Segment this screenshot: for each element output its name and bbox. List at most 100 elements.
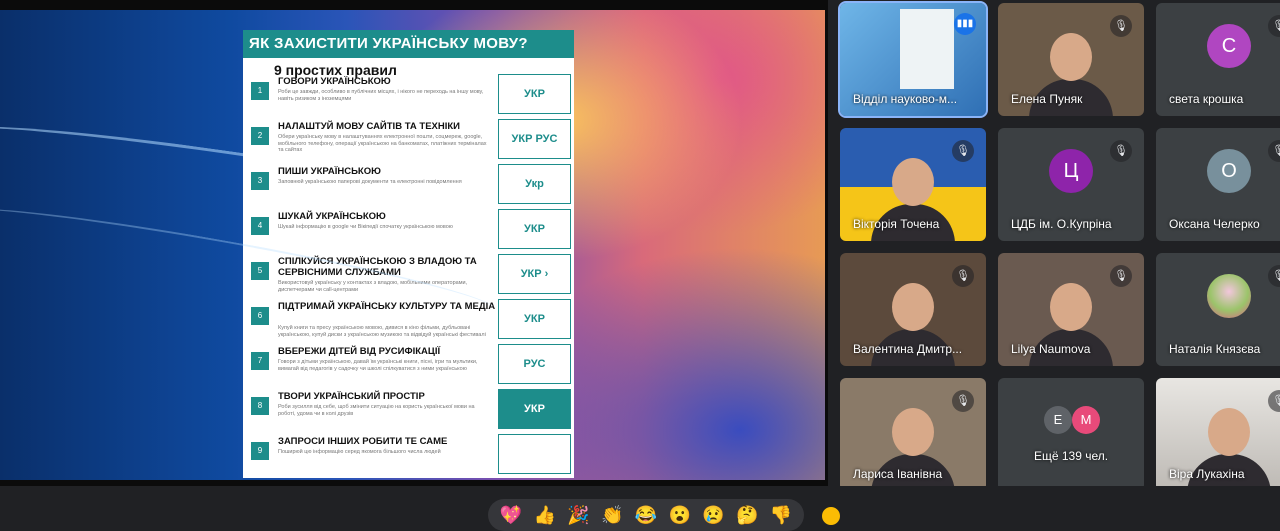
participant-avatar: Е [1044, 406, 1072, 434]
rule-title: ВБЕРЕЖИ ДІТЕЙ ВІД РУСИФІКАЦІЇ [278, 346, 441, 357]
participant-name: Відділ науково-м... [853, 92, 958, 106]
participant-face [892, 408, 934, 456]
rule-number: 4 [251, 217, 269, 235]
participant-name: Lilya Naumova [1011, 342, 1091, 356]
rule-title: СПІЛКУЙСЯ УКРАЇНСЬКОЮ З ВЛАДОЮ ТА СЕРВІС… [278, 256, 477, 278]
participant-name: Лариса Іванівна [853, 467, 943, 481]
rule-illustration: УКР [498, 299, 571, 339]
slide-rule-9: 9 ЗАПРОСИ ІНШИХ РОБИТИ ТЕ САМЕ Поширюй цю … [251, 434, 571, 474]
mic-muted-icon: 🎙 [1268, 140, 1280, 162]
mic-muted-icon: 🎙 [1268, 15, 1280, 37]
slide-rule-7: 7 ВБЕРЕЖИ ДІТЕЙ ВІД РУСИФІКАЦІЇ Говори з д… [251, 344, 571, 384]
participant-name: ЦДБ ім. О.Купріна [1011, 217, 1112, 231]
slide-rule-4: 4 ШУКАЙ УКРАЇНСЬКОЮ Шукай інформацію в goo… [251, 209, 571, 249]
rule-description: Говори з дітьми українською, давай їм ук… [278, 359, 478, 372]
rule-description: Використовуй українську у контактах з вл… [278, 280, 468, 293]
mic-muted-icon: 🎙 [1268, 265, 1280, 287]
shared-screen: ЯК ЗАХИСТИТИ УКРАЇНСЬКУ МОВУ? 9 простих … [0, 0, 828, 486]
rule-illustration: УКР РУС [498, 119, 571, 159]
reaction-emoji-button[interactable]: 👏 [601, 505, 623, 525]
reaction-emoji-button[interactable]: 😮 [669, 505, 691, 525]
slide-rule-8: 8 ТВОРИ УКРАЇНСЬКИЙ ПРОСТІР Роби зусилля в… [251, 389, 571, 429]
participant-tile[interactable]: ▮▮▮ Відділ науково-м... [838, 1, 988, 118]
participant-face [1050, 283, 1092, 331]
participant-avatar: Ц [1049, 148, 1093, 193]
rule-illustration [498, 434, 571, 474]
rule-description: Обери українську мову в налаштуваннях ел… [278, 134, 487, 153]
rule-number: 5 [251, 262, 269, 280]
participant-name: Наталія Князєва [1169, 342, 1261, 356]
desktop-wallpaper: ЯК ЗАХИСТИТИ УКРАЇНСЬКУ МОВУ? 9 простих … [0, 10, 825, 480]
participant-tile[interactable]: 🎙 Наталія Князєва [1156, 253, 1280, 366]
rule-description: Роби зусилля від себе, щоб змінити ситуа… [278, 404, 475, 417]
slide-rule-2: 2 НАЛАШТУЙ МОВУ САЙТІВ ТА ТЕХНІКИ Обери ук… [251, 119, 571, 159]
rule-description: Заповнюй українською паперові документи … [278, 179, 462, 185]
speaking-indicator-icon: ▮▮▮ [954, 13, 976, 35]
participant-name: света крошка [1169, 92, 1244, 106]
participant-tile[interactable]: 🎙 Лариса Іванівна [840, 378, 986, 491]
participant-face [892, 283, 934, 331]
participant-name: Віра Лукахіна [1169, 467, 1245, 481]
participant-tile[interactable]: 🎙 Віра Лукахіна [1156, 378, 1280, 491]
rule-number: 6 [251, 307, 269, 325]
participant-avatar: О [1207, 148, 1251, 193]
participant-name: Вікторія Точена [853, 217, 940, 231]
reaction-emoji-button[interactable]: 🎉 [567, 505, 589, 525]
rule-number: 8 [251, 397, 269, 415]
rule-illustration: УКР [498, 74, 571, 114]
mic-muted-icon: 🎙 [952, 265, 974, 287]
mic-muted-icon: 🎙 [1268, 390, 1280, 412]
reaction-emoji-button[interactable]: 😢 [702, 505, 724, 525]
participant-grid: ▮▮▮ Відділ науково-м... 🎙 Елена Пуняк С 🎙 свет… [836, 0, 1280, 491]
slide-rule-5: 5 СПІЛКУЙСЯ УКРАЇНСЬКОЮ З ВЛАДОЮ ТА СЕРВІ… [251, 254, 571, 294]
rule-illustration: Укр [498, 164, 571, 204]
mic-muted-icon: 🎙 [1110, 265, 1132, 287]
participant-name: Елена Пуняк [1011, 92, 1083, 106]
rule-number: 2 [251, 127, 269, 145]
rule-number: 9 [251, 442, 269, 460]
rule-description: Купуй книги та пресу українською мовою, … [278, 325, 486, 338]
participant-tile[interactable]: О 🎙 Оксана Челерко [1156, 128, 1280, 241]
mic-muted-icon: 🎙 [1110, 140, 1132, 162]
participant-tile[interactable]: Е М Ещё 139 чел. [998, 378, 1144, 491]
participant-name: Ещё 139 чел. [1034, 449, 1109, 463]
mic-muted-icon: 🎙 [952, 390, 974, 412]
participant-name: Валентина Дмитр... [853, 342, 963, 356]
participant-avatar: М [1072, 406, 1100, 434]
participant-tile[interactable]: 🎙 Елена Пуняк [998, 3, 1144, 116]
rule-title: НАЛАШТУЙ МОВУ САЙТІВ ТА ТЕХНІКИ [278, 121, 461, 132]
rule-title: ЗАПРОСИ ІНШИХ РОБИТИ ТЕ САМЕ [278, 436, 448, 447]
rule-illustration: УКР [498, 389, 571, 429]
reaction-emoji-button[interactable]: 👍 [533, 505, 555, 525]
participant-avatar: С [1207, 23, 1251, 68]
rule-description: Шукай інформацію в google чи Вікіпедії с… [278, 224, 453, 230]
reaction-emoji-button[interactable]: 🤔 [736, 505, 758, 525]
rule-title: ШУКАЙ УКРАЇНСЬКОЮ [278, 211, 386, 222]
participant-tile[interactable]: 🎙 Валентина Дмитр... [840, 253, 986, 366]
mic-muted-icon: 🎙 [952, 140, 974, 162]
rule-description: Поширюй цю інформацію серед якомога біль… [278, 449, 441, 455]
slide-rule-6: 6 ПІДТРИМАЙ УКРАЇНСЬКУ КУЛЬТУРУ ТА МЕДІА К… [251, 299, 571, 339]
reaction-emoji-button[interactable]: 😂 [635, 505, 657, 525]
mic-muted-icon: 🎙 [1110, 15, 1132, 37]
participant-tile[interactable]: 🎙 Lilya Naumova [998, 253, 1144, 366]
rule-number: 1 [251, 82, 269, 100]
participant-tile[interactable]: Ц 🎙 ЦДБ ім. О.Купріна [998, 128, 1144, 241]
rule-number: 3 [251, 172, 269, 190]
rule-illustration: РУС [498, 344, 571, 384]
reaction-emoji-button[interactable]: 👎 [770, 505, 792, 525]
rule-description: Роби це завжди, особливо в публічних міс… [278, 89, 484, 102]
slide-rule-3: 3 ПИШИ УКРАЇНСЬКОЮ Заповнюй українською па… [251, 164, 571, 204]
participant-tile[interactable]: С 🎙 света крошка [1156, 3, 1280, 116]
rule-illustration: УКР [498, 209, 571, 249]
reaction-emoji-button[interactable]: 💖 [500, 505, 522, 525]
participant-tile[interactable]: 🎙 Вікторія Точена [840, 128, 986, 241]
more-reactions-button[interactable] [820, 505, 842, 527]
slide-rule-1: 1 ГОВОРИ УКРАЇНСЬКОЮ Роби це завжди, особл… [251, 74, 571, 114]
participant-avatar [1207, 273, 1251, 318]
rule-title: ГОВОРИ УКРАЇНСЬКОЮ [278, 76, 391, 87]
rule-title: ПИШИ УКРАЇНСЬКОЮ [278, 166, 381, 177]
participant-face [1050, 33, 1092, 81]
participant-face [1208, 408, 1250, 456]
rule-title: ПІДТРИМАЙ УКРАЇНСЬКУ КУЛЬТУРУ ТА МЕДІА [278, 301, 496, 312]
